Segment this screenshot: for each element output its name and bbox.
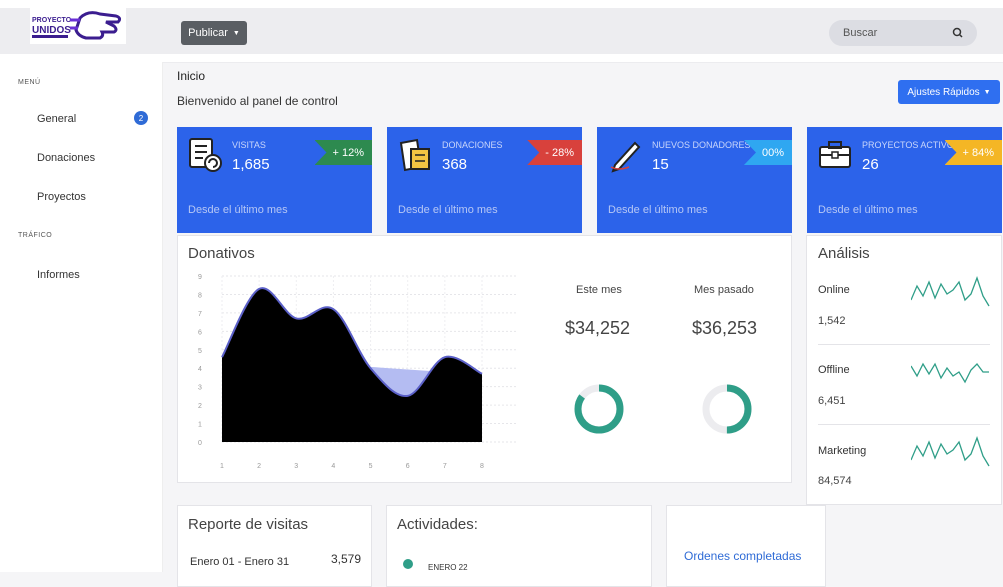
- offline-sparkline: [911, 358, 991, 392]
- analysis-label-online: Online: [818, 284, 850, 296]
- briefcase-icon: [817, 137, 853, 173]
- x-tick-label: 3: [294, 463, 298, 470]
- analysis-label-offline: Offline: [818, 364, 850, 376]
- y-tick-label: 9: [198, 274, 202, 281]
- panel-title: Donativos: [188, 245, 255, 262]
- analisis-panel: Análisis Online 1,542 Offline 6,451 Mark…: [806, 235, 1002, 505]
- logo-text-bottom: UNIDOS: [32, 25, 71, 36]
- card-label: PROYECTOS ACTIVOS: [862, 140, 960, 150]
- stat-card-proyectos-activos[interactable]: PROYECTOS ACTIVOS 26 + 84% Desde el últi…: [807, 127, 1002, 233]
- y-tick-label: 3: [198, 385, 202, 392]
- card-value: 15: [652, 156, 669, 173]
- caret-down-icon: ▼: [233, 30, 240, 37]
- analysis-label-marketing: Marketing: [818, 445, 866, 457]
- x-tick-label: 8: [480, 463, 484, 470]
- logo-text-top: PROYECTO: [32, 17, 72, 24]
- donativos-chart: 0 1 2 3 4 5 6 7 8 9 1 2 3 4 5 6 7 8: [178, 266, 528, 476]
- this-month-label: Este mes: [576, 284, 622, 296]
- x-tick-label: 7: [443, 463, 447, 470]
- donativos-panel: Donativos 0 1 2 3 4 5 6 7 8 9 1 2 3 4 5 6 7 8 Este mes Me…: [177, 235, 792, 483]
- timeline-dot-icon: [403, 559, 413, 569]
- change-badge: + 84%: [945, 140, 1003, 165]
- last-month-label: Mes pasado: [694, 284, 754, 296]
- report-row-range: Enero 01 - Enero 31: [190, 556, 289, 568]
- y-tick-label: 4: [198, 366, 202, 373]
- card-footer: Desde el último mes: [398, 204, 498, 216]
- menu-section-title: MENÚ: [18, 79, 41, 86]
- traffic-section-title: TRÁFICO: [18, 232, 52, 239]
- notification-badge: 2: [134, 111, 148, 125]
- panel-title: Actividades:: [397, 516, 478, 533]
- card-value: 368: [442, 156, 467, 173]
- top-bar: PROYECTO UNIDOS Publicar ▼ Buscar: [0, 0, 1003, 63]
- y-tick-label: 1: [198, 422, 202, 429]
- publish-label: Publicar: [188, 27, 228, 39]
- analysis-value-offline: 6,451: [818, 395, 846, 407]
- card-value: 1,685: [232, 156, 270, 173]
- caret-down-icon: ▼: [984, 89, 991, 96]
- breadcrumb[interactable]: Inicio: [177, 69, 205, 83]
- y-tick-label: 6: [198, 329, 202, 336]
- sidebar-item-informes[interactable]: Informes: [37, 269, 80, 281]
- card-label: DONACIONES: [442, 140, 503, 150]
- x-tick-label: 5: [369, 463, 373, 470]
- y-tick-label: 0: [198, 440, 202, 447]
- orders-panel: Ordenes completadas: [666, 505, 826, 587]
- x-tick-label: 1: [220, 463, 224, 470]
- divider: [818, 344, 990, 345]
- y-tick-label: 2: [198, 403, 202, 410]
- orders-completed-link[interactable]: Ordenes completadas: [684, 549, 801, 563]
- search-input[interactable]: Buscar: [829, 20, 977, 46]
- card-label: NUEVOS DONADORES: [652, 140, 751, 150]
- notes-icon: [397, 137, 433, 173]
- card-value: 26: [862, 156, 879, 173]
- card-footer: Desde el último mes: [188, 204, 288, 216]
- this-month-donut: [571, 381, 627, 437]
- change-badge: 00%: [744, 140, 792, 165]
- panel-title: Reporte de visitas: [188, 516, 308, 533]
- stat-card-nuevos-donadores[interactable]: NUEVOS DONADORES 15 00% Desde el último …: [597, 127, 792, 233]
- y-tick-label: 8: [198, 292, 202, 299]
- change-badge: - 28%: [527, 140, 582, 165]
- this-month-value: $34,252: [565, 318, 630, 339]
- sidebar: [0, 62, 163, 572]
- y-tick-label: 7: [198, 311, 202, 318]
- divider: [818, 424, 990, 425]
- stat-card-donaciones[interactable]: DONACIONES 368 - 28% Desde el último mes: [387, 127, 582, 233]
- analysis-value-online: 1,542: [818, 315, 846, 327]
- card-label: VISITAS: [232, 140, 266, 150]
- checklist-icon: [187, 137, 223, 173]
- analysis-value-marketing: 84,574: [818, 475, 852, 487]
- activities-panel: Actividades: ENERO 22: [386, 505, 652, 587]
- sidebar-item-donaciones[interactable]: Donaciones: [37, 152, 95, 164]
- sidebar-item-general[interactable]: General: [37, 113, 76, 125]
- last-month-value: $36,253: [692, 318, 757, 339]
- card-footer: Desde el último mes: [608, 204, 708, 216]
- panel-title: Análisis: [818, 245, 870, 262]
- last-month-donut: [699, 381, 755, 437]
- change-badge: + 12%: [315, 140, 373, 165]
- online-sparkline: [911, 276, 991, 310]
- marketing-sparkline: [911, 436, 991, 470]
- pen-icon: [607, 137, 643, 173]
- publish-button[interactable]: Publicar ▼: [181, 21, 247, 45]
- x-tick-label: 4: [331, 463, 335, 470]
- logo[interactable]: PROYECTO UNIDOS: [30, 8, 126, 44]
- activity-date: ENERO 22: [428, 563, 468, 572]
- search-placeholder: Buscar: [843, 27, 877, 39]
- welcome-text: Bienvenido al panel de control: [177, 94, 338, 108]
- sidebar-item-proyectos[interactable]: Proyectos: [37, 191, 86, 203]
- x-tick-label: 6: [406, 463, 410, 470]
- report-row-value: 3,579: [331, 552, 361, 566]
- search-icon[interactable]: [951, 26, 965, 40]
- x-tick-label: 2: [257, 463, 261, 470]
- stat-card-visitas[interactable]: VISITAS 1,685 + 12% Desde el último mes: [177, 127, 372, 233]
- card-footer: Desde el último mes: [818, 204, 918, 216]
- y-tick-label: 5: [198, 348, 202, 355]
- quick-settings-label: Ajustes Rápidos: [907, 87, 979, 98]
- report-panel: Reporte de visitas Enero 01 - Enero 31 3…: [177, 505, 372, 587]
- quick-settings-button[interactable]: Ajustes Rápidos ▼: [898, 80, 1000, 104]
